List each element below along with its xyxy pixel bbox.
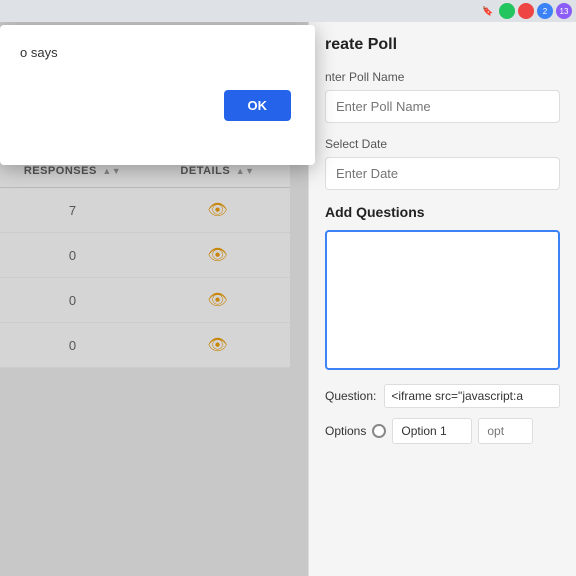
options-row: Options: [325, 418, 560, 444]
poll-name-label: nter Poll Name: [325, 70, 560, 84]
eye-icon: 👁: [207, 202, 227, 219]
questions-box: [325, 230, 560, 370]
sort-arrow-responses: ▲▼: [102, 166, 121, 176]
ok-button[interactable]: OK: [224, 90, 292, 121]
sort-arrow-details: ▲▼: [236, 166, 255, 176]
question-value: <iframe src="javascript:a: [384, 384, 560, 408]
green-circle-icon: [499, 3, 515, 19]
notification-purple-icon: 13: [556, 3, 572, 19]
details-col-header: DETAILS ▲▼: [145, 165, 290, 177]
eye-icon: 👁: [207, 247, 227, 264]
chrome-toolbar: 🔖 2 13: [0, 0, 576, 22]
details-cell: 👁: [145, 290, 290, 310]
options-label: Options: [325, 424, 366, 438]
responses-cell: 0: [0, 248, 145, 263]
date-input[interactable]: [325, 157, 560, 190]
red-circle-icon: [518, 3, 534, 19]
option1-input[interactable]: [392, 418, 472, 444]
table-row: 0 👁: [0, 323, 290, 368]
table-row: 7 👁: [0, 188, 290, 233]
notification-blue-icon: 2: [537, 3, 553, 19]
table-row: 0 👁: [0, 278, 290, 323]
table-row: 0 👁: [0, 233, 290, 278]
responses-cell: 0: [0, 338, 145, 353]
bookmark-icon: 🔖: [480, 3, 496, 19]
details-cell: 👁: [145, 245, 290, 265]
details-cell: 👁: [145, 200, 290, 220]
question-field-label: Question:: [325, 389, 376, 403]
alert-dialog: o says OK: [0, 25, 315, 165]
poll-name-input[interactable]: [325, 90, 560, 123]
add-questions-label: Add Questions: [325, 204, 560, 220]
responses-col-header: RESPONSES ▲▼: [0, 165, 145, 177]
eye-icon: 👁: [207, 337, 227, 354]
option-radio[interactable]: [372, 424, 386, 438]
responses-cell: 7: [0, 203, 145, 218]
background-table: RESPONSES ▲▼ DETAILS ▲▼ 7 👁 0 👁 0 👁 0 👁: [0, 155, 290, 368]
details-cell: 👁: [145, 335, 290, 355]
responses-cell: 0: [0, 293, 145, 308]
panel-title: reate Poll: [325, 36, 560, 54]
date-label: Select Date: [325, 137, 560, 151]
question-row: Question: <iframe src="javascript:a: [325, 384, 560, 408]
create-poll-panel: reate Poll nter Poll Name Select Date Ad…: [308, 20, 576, 576]
alert-message: o says: [20, 45, 291, 60]
option2-input[interactable]: [478, 418, 533, 444]
eye-icon: 👁: [207, 292, 227, 309]
